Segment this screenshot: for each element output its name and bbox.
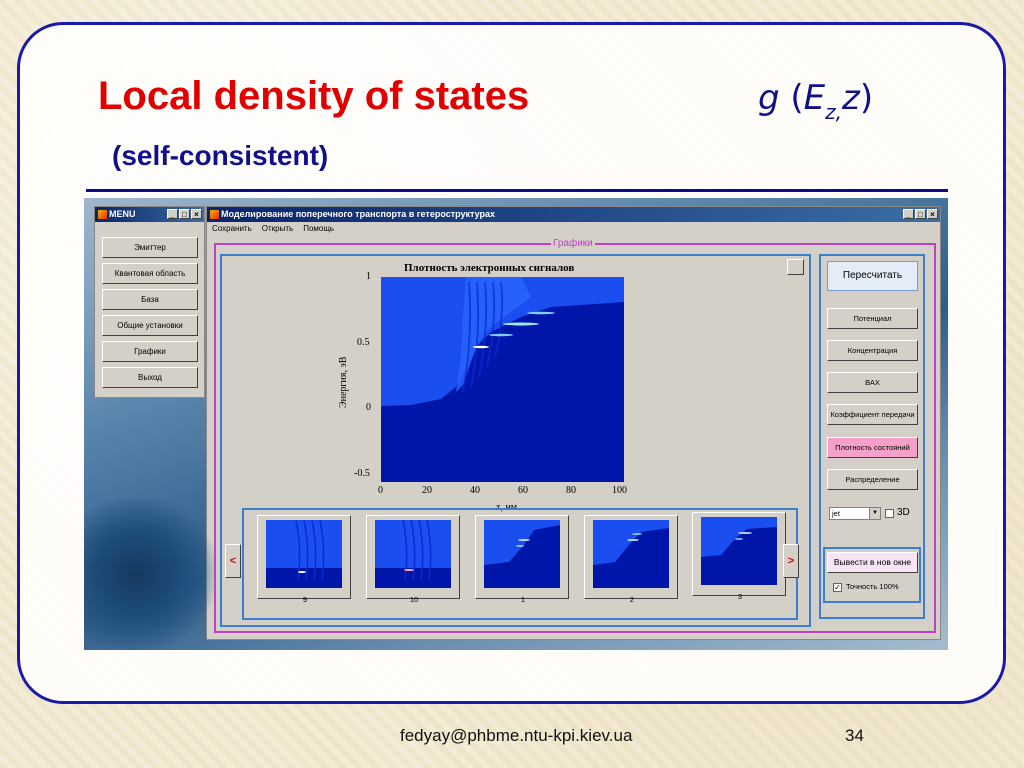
menu-graphs-button[interactable]: Графики <box>102 341 198 362</box>
thumbnail-image <box>593 520 669 588</box>
thumbnails-next-button[interactable]: > <box>783 544 799 578</box>
thumbnails-prev-button[interactable]: < <box>225 544 241 578</box>
minimize-icon[interactable]: _ <box>903 209 914 219</box>
thumbnail-label: 2 <box>629 595 635 604</box>
chevron-down-icon[interactable]: ▼ <box>869 508 880 519</box>
menu-exit-button[interactable]: Выход <box>102 367 198 388</box>
matlab-logo-icon <box>98 210 107 219</box>
actions-panel: Пересчитать Потенциал Концентрация ВАХ К… <box>819 254 925 619</box>
thumbnail-label: 3 <box>737 592 743 601</box>
window-controls: _ □ × <box>903 209 938 219</box>
thumbnail-label: 1 <box>520 595 526 604</box>
main-window-titlebar: Моделирование поперечного транспорта в г… <box>207 207 940 222</box>
title-divider <box>86 189 948 192</box>
distribution-button[interactable]: Распределение <box>827 469 918 490</box>
thumbnail-label: 10 <box>409 595 419 604</box>
formula-subscript: z, <box>825 100 843 124</box>
x-tick: 100 <box>612 485 627 496</box>
window-controls: _ □ × <box>167 209 202 219</box>
dos-heatmap-svg <box>381 277 624 482</box>
close-icon[interactable]: × <box>927 209 938 219</box>
transmission-coefficient-button[interactable]: Коэффициент передачи <box>827 404 918 425</box>
page-number: 34 <box>845 726 864 745</box>
menu-general-settings-button[interactable]: Общие установки <box>102 315 198 336</box>
accuracy-checkbox[interactable]: ✓ <box>833 583 842 592</box>
y-tick: 0.5 <box>357 337 370 348</box>
y-tick: 1 <box>366 271 371 282</box>
y-tick: 0 <box>366 402 371 413</box>
formula-e: E <box>803 78 826 118</box>
menu-base-button[interactable]: База <box>102 289 198 310</box>
plot-panel: Плотность электронных сигналов Энергия, … <box>220 254 811 627</box>
plot-toggle-button[interactable] <box>787 259 804 275</box>
thumbnail-label: 9 <box>302 595 308 604</box>
footer-email: fedyay@phbme.ntu-kpi.kiev.ua <box>400 726 633 745</box>
matlab-logo-icon <box>210 210 219 219</box>
menu-open[interactable]: Открыть <box>262 222 293 236</box>
thumbnail[interactable]: 10 <box>366 515 460 604</box>
menu-window-title: MENU <box>109 209 136 219</box>
3d-checkbox[interactable] <box>885 509 894 518</box>
y-axis-label: Энергия, эВ <box>338 356 349 408</box>
maximize-icon[interactable]: □ <box>179 209 190 219</box>
menu-save[interactable]: Сохранить <box>212 222 252 236</box>
y-tick: -0.5 <box>354 468 370 479</box>
menu-window-titlebar: MENU _ □ × <box>95 207 204 222</box>
accuracy-checkbox-label: Точность 100% <box>846 582 899 591</box>
formula-open-paren: ( <box>790 78 804 118</box>
main-window-title: Моделирование поперечного транспорта в г… <box>221 209 496 219</box>
slide-subtitle: (self-consistent) <box>112 140 329 171</box>
x-tick: 20 <box>422 485 432 496</box>
iv-curve-button[interactable]: ВАХ <box>827 372 918 393</box>
x-tick: 60 <box>518 485 528 496</box>
export-group: Вывести в нов окне ✓ Точность 100% <box>823 547 921 603</box>
colormap-select-value: jet <box>832 509 840 518</box>
plot-title: Плотность электронных сигналов <box>404 262 575 274</box>
colormap-select[interactable]: jet ▼ <box>829 507 881 520</box>
recalculate-button[interactable]: Пересчитать <box>827 261 918 291</box>
open-in-new-window-button[interactable]: Вывести в нов окне <box>827 552 918 573</box>
graphs-group: Графики Плотность электронных сигналов Э… <box>214 238 936 633</box>
menu-window: MENU _ □ × Эмиттер Квантовая область Баз… <box>94 206 205 398</box>
menu-emitter-button[interactable]: Эмиттер <box>102 237 198 258</box>
graphs-group-label: Графики <box>551 238 595 249</box>
thumbnail-image <box>484 520 560 588</box>
x-tick: 40 <box>470 485 480 496</box>
formula-z: z <box>842 78 860 118</box>
x-tick: 80 <box>566 485 576 496</box>
thumbnail-image <box>701 517 777 585</box>
3d-checkbox-label: 3D <box>897 507 910 518</box>
thumbnail[interactable]: 2 <box>584 515 678 604</box>
x-tick: 0 <box>378 485 383 496</box>
close-icon[interactable]: × <box>191 209 202 219</box>
main-window: Моделирование поперечного транспорта в г… <box>206 206 941 640</box>
thumbnail-strip: 9 10 1 2 3 <box>242 508 798 620</box>
slide-formula: g (Ez,z) <box>758 78 873 124</box>
formula-close-paren: ) <box>859 78 874 118</box>
thumbnail[interactable]: 1 <box>475 515 569 604</box>
menu-help[interactable]: Помощь <box>303 222 334 236</box>
slide-title: Local density of states <box>98 74 530 118</box>
potential-button[interactable]: Потенциал <box>827 308 918 329</box>
thumbnail-image <box>375 520 451 588</box>
dos-heatmap <box>381 277 624 482</box>
menubar: Сохранить Открыть Помощь <box>207 222 940 236</box>
app-screenshot: MENU _ □ × Эмиттер Квантовая область Баз… <box>84 198 948 650</box>
density-of-states-button[interactable]: Плотность состояний <box>827 437 918 458</box>
minimize-icon[interactable]: _ <box>167 209 178 219</box>
thumbnail[interactable]: 9 <box>257 515 351 604</box>
menu-quantum-region-button[interactable]: Квантовая область <box>102 263 198 284</box>
concentration-button[interactable]: Концентрация <box>827 340 918 361</box>
maximize-icon[interactable]: □ <box>915 209 926 219</box>
formula-g: g <box>758 78 780 118</box>
thumbnail-image <box>266 520 342 588</box>
thumbnail[interactable]: 3 <box>692 512 786 601</box>
